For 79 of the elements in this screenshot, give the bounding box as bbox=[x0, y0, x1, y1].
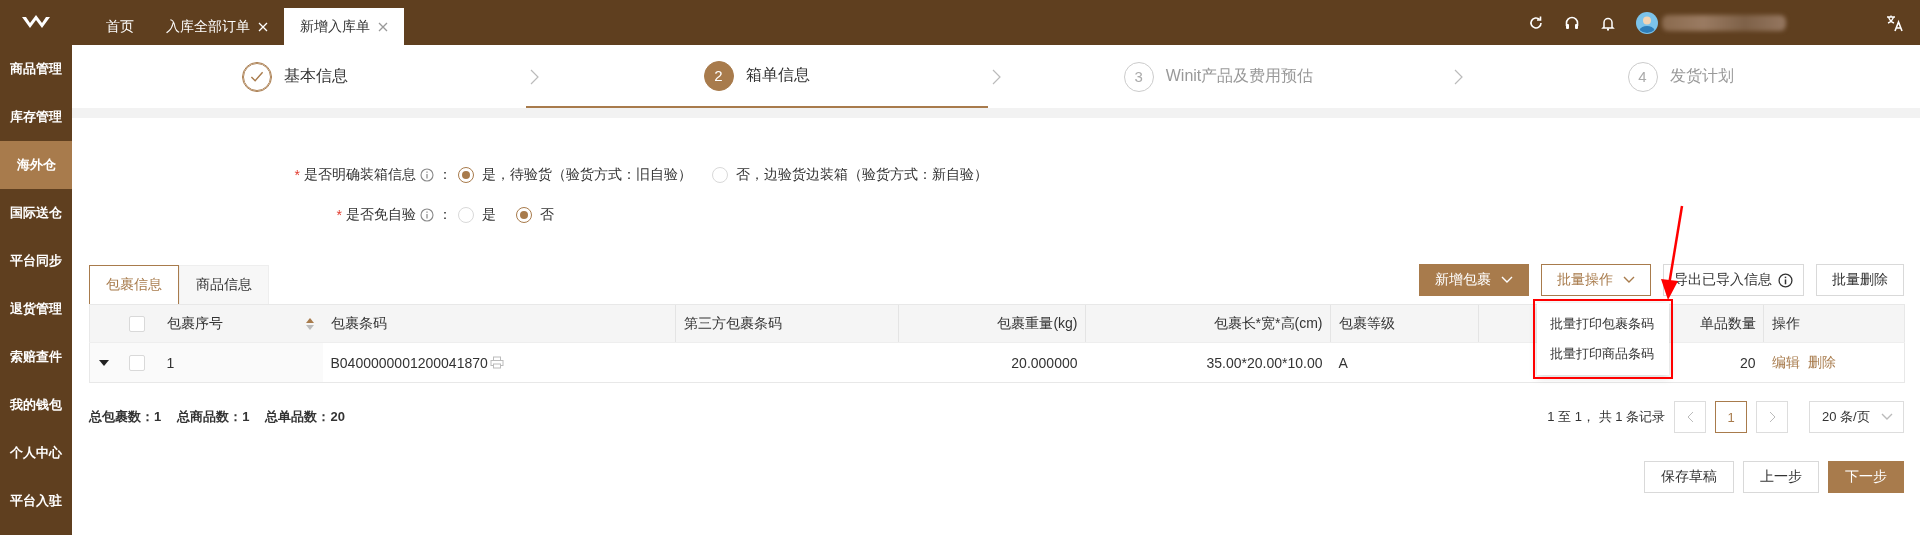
page-button[interactable]: 1 bbox=[1715, 401, 1747, 433]
step-label: Winit产品及费用预估 bbox=[1165, 66, 1314, 86]
field-label: 是否明确装箱信息 bbox=[304, 165, 416, 184]
chevron-right-icon bbox=[530, 69, 540, 85]
step-label: 基本信息 bbox=[283, 66, 348, 86]
table-cell: A bbox=[1338, 354, 1348, 371]
footer-button[interactable]: 下一步 bbox=[1828, 461, 1904, 493]
column-header: 包裹等级 bbox=[1338, 314, 1395, 331]
print-icon[interactable] bbox=[489, 355, 504, 369]
footer-button[interactable]: 上一步 bbox=[1743, 461, 1819, 493]
nav-tab[interactable]: 入库全部订单 bbox=[150, 8, 284, 45]
table-cell: 20 bbox=[1739, 354, 1756, 371]
chevron-left-icon bbox=[1686, 411, 1694, 423]
avatar[interactable] bbox=[1636, 11, 1658, 34]
chevron-right-icon bbox=[992, 69, 1002, 85]
refresh-icon[interactable] bbox=[1528, 14, 1544, 31]
step-label: 箱单信息 bbox=[745, 65, 810, 85]
sidebar-item[interactable]: 索赔查件 bbox=[0, 333, 72, 381]
colon: ： bbox=[438, 165, 452, 184]
sidebar-item[interactable]: 退货管理 bbox=[0, 285, 72, 333]
toolbar-button[interactable]: 批量删除 bbox=[1816, 264, 1904, 296]
headset-icon[interactable] bbox=[1564, 14, 1580, 31]
checkbox[interactable] bbox=[128, 355, 145, 372]
pagination-info: 1 至 1， 共 1 条记录 bbox=[1547, 408, 1665, 426]
required-mark: * bbox=[294, 166, 300, 183]
toolbar-button[interactable]: 导出已导入信息 bbox=[1663, 264, 1804, 296]
radio-label[interactable]: 是 bbox=[482, 205, 496, 224]
tab[interactable]: 商品信息 bbox=[179, 265, 269, 304]
sidebar-item[interactable]: 平台同步 bbox=[0, 237, 72, 285]
step-label: 发货计划 bbox=[1669, 66, 1734, 86]
tab[interactable]: 包裹信息 bbox=[89, 265, 179, 304]
info-icon bbox=[420, 167, 434, 182]
column-header: 单品数量 bbox=[1699, 314, 1756, 331]
radio-label[interactable]: 是，待验货（验货方式：旧自验） bbox=[482, 165, 692, 184]
summary-text: 总单品数：20 bbox=[265, 408, 345, 426]
column-header: 第三方包裹条码 bbox=[683, 314, 782, 331]
action-link[interactable]: 删除 bbox=[1807, 353, 1836, 370]
toolbar-button[interactable]: 批量操作 bbox=[1541, 264, 1651, 296]
column-header: 包裹长*宽*高(cm) bbox=[1213, 314, 1323, 331]
step[interactable]: 2 箱单信息 bbox=[525, 45, 988, 108]
nav-tab[interactable]: 首页 bbox=[90, 8, 150, 45]
radio-label[interactable]: 否，边验货边装箱（验货方式：新自验） bbox=[736, 165, 988, 184]
chevron-down-icon bbox=[1881, 413, 1893, 421]
caret-down-icon[interactable] bbox=[98, 357, 110, 368]
column-header: 包裹重量(kg) bbox=[997, 314, 1078, 331]
sidebar-item[interactable]: 海外仓 bbox=[0, 141, 72, 189]
column-header: 包裹条码 bbox=[330, 314, 387, 331]
step-number: 2 bbox=[703, 60, 734, 91]
info-icon bbox=[420, 207, 434, 222]
sidebar-item[interactable]: 个人中心 bbox=[0, 429, 72, 477]
translate-icon[interactable] bbox=[1886, 13, 1904, 32]
column-header: 包裹序号 bbox=[166, 314, 223, 333]
footer-button[interactable]: 保存草稿 bbox=[1644, 461, 1734, 493]
table-cell: 35.00*20.00*10.00 bbox=[1206, 354, 1323, 371]
sidebar-item[interactable]: 平台入驻 bbox=[0, 477, 72, 525]
table-cell: 20.000000 bbox=[1011, 354, 1078, 371]
chevron-right-icon bbox=[1454, 69, 1464, 85]
colon: ： bbox=[438, 205, 452, 224]
field-label: 是否免自验 bbox=[346, 205, 416, 224]
action-link[interactable]: 编辑 bbox=[1771, 353, 1800, 370]
summary-text: 总包裹数：1 bbox=[89, 408, 162, 426]
column-header: 操作 bbox=[1771, 314, 1800, 331]
summary-text: 总商品数：1 bbox=[177, 408, 250, 426]
toolbar-button[interactable]: 新增包裹 bbox=[1419, 264, 1529, 296]
radio-label[interactable]: 否 bbox=[540, 205, 554, 224]
page-size-select[interactable]: 20 条/页 bbox=[1809, 401, 1904, 433]
sidebar-item[interactable]: 国际送仓 bbox=[0, 189, 72, 237]
menu-item[interactable]: 批量打印商品条码 bbox=[1537, 339, 1669, 369]
table-cell: 1 bbox=[166, 354, 175, 371]
required-mark: * bbox=[336, 206, 342, 223]
sort-icon[interactable] bbox=[304, 316, 315, 331]
chevron-down-icon bbox=[1501, 276, 1513, 284]
chevron-right-icon bbox=[1768, 411, 1776, 423]
checkbox[interactable] bbox=[128, 316, 145, 333]
nav-tab[interactable]: 新增入库单 bbox=[284, 8, 404, 45]
sidebar-item[interactable]: 我的钱包 bbox=[0, 381, 72, 429]
table-cell: B0400000001200041870 bbox=[330, 354, 488, 371]
info-icon bbox=[1778, 272, 1793, 288]
chevron-down-icon bbox=[1623, 276, 1635, 284]
